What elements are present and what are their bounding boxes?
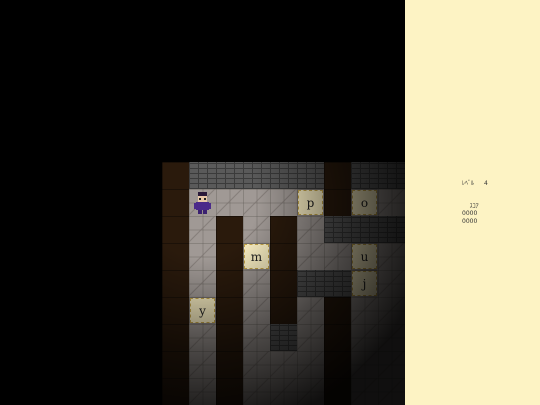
floor-cell: [189, 351, 216, 378]
wall-cell: [216, 378, 243, 405]
wall-cell: [351, 162, 378, 189]
player-character-icon: [189, 189, 216, 216]
floor-cell: [297, 297, 324, 324]
floor-cell: [324, 243, 351, 270]
wall-cell: [162, 243, 189, 270]
floor-cell: [243, 189, 270, 216]
wall-cell: [162, 270, 189, 297]
wall-cell: [270, 216, 297, 243]
floor-cell: [297, 216, 324, 243]
floor-cell: [189, 243, 216, 270]
wall-cell: [162, 162, 189, 189]
floor-cell: [243, 270, 270, 297]
level-label: ﾚﾍﾞﾙ: [462, 180, 475, 187]
wall-cell: [324, 378, 351, 405]
floor-cell: [378, 243, 405, 270]
wall-cell: [324, 162, 351, 189]
floor-cell: [189, 378, 216, 405]
floor-cell: [270, 351, 297, 378]
level-value: 4: [484, 180, 488, 187]
wall-cell: [351, 216, 378, 243]
wall-cell: [324, 297, 351, 324]
wall-cell: [297, 270, 324, 297]
wall-cell: [324, 216, 351, 243]
wall-cell: [324, 351, 351, 378]
floor-cell: [189, 216, 216, 243]
floor-cell: [297, 243, 324, 270]
level-stat: ﾚﾍﾞﾙ 4: [462, 180, 488, 187]
wall-cell: [216, 324, 243, 351]
floor-cell: [351, 378, 378, 405]
wall-cell: [162, 216, 189, 243]
floor-cell: [351, 351, 378, 378]
wall-cell: [243, 162, 270, 189]
letter-tile[interactable]: p: [298, 190, 323, 215]
floor-cell: [378, 297, 405, 324]
side-panel: ﾚﾍﾞﾙ 4 ｽｺｱ 0000 0000: [405, 0, 540, 405]
wall-cell: [270, 270, 297, 297]
floor-cell: [378, 378, 405, 405]
floor-cell: [378, 189, 405, 216]
wall-cell: [162, 297, 189, 324]
wall-cell: [216, 351, 243, 378]
wall-cell: [162, 189, 189, 216]
floor-cell: [351, 324, 378, 351]
floor-cell: [216, 189, 243, 216]
floor-cell: [297, 324, 324, 351]
floor-cell: [270, 189, 297, 216]
letter-tile[interactable]: y: [190, 298, 215, 323]
maze-board[interactable]: p o m uj y: [162, 162, 405, 405]
score-label: ｽｺｱ 0000: [462, 203, 479, 217]
floor-cell: [189, 324, 216, 351]
wall-cell: [162, 324, 189, 351]
floor-cell: [189, 270, 216, 297]
letter-tile[interactable]: m: [244, 244, 269, 269]
wall-cell: [270, 243, 297, 270]
floor-cell: [243, 378, 270, 405]
floor-cell: [351, 297, 378, 324]
wall-cell: [216, 297, 243, 324]
wall-cell: [216, 162, 243, 189]
floor-cell: [378, 324, 405, 351]
floor-cell: [378, 270, 405, 297]
wall-cell: [324, 270, 351, 297]
extra-stat: 0000: [462, 218, 477, 225]
wall-cell: [216, 216, 243, 243]
wall-cell: [270, 297, 297, 324]
wall-cell: [324, 189, 351, 216]
floor-cell: [378, 351, 405, 378]
wall-cell: [378, 162, 405, 189]
letter-tile[interactable]: u: [352, 244, 377, 269]
floor-cell: [243, 351, 270, 378]
wall-cell: [324, 324, 351, 351]
wall-cell: [216, 243, 243, 270]
game-viewport[interactable]: p o m uj y: [0, 0, 405, 405]
floor-cell: [297, 378, 324, 405]
wall-cell: [162, 378, 189, 405]
wall-cell: [297, 162, 324, 189]
floor-cell: [297, 351, 324, 378]
letter-tile[interactable]: j: [352, 271, 377, 296]
letter-tile[interactable]: o: [352, 190, 377, 215]
floor-cell: [270, 378, 297, 405]
wall-cell: [162, 351, 189, 378]
floor-cell: [243, 297, 270, 324]
floor-cell: [243, 324, 270, 351]
wall-cell: [270, 162, 297, 189]
floor-cell: [243, 216, 270, 243]
extra-label: 0000: [462, 218, 478, 225]
wall-cell: [270, 324, 297, 351]
wall-cell: [378, 216, 405, 243]
wall-cell: [216, 270, 243, 297]
wall-cell: [189, 162, 216, 189]
